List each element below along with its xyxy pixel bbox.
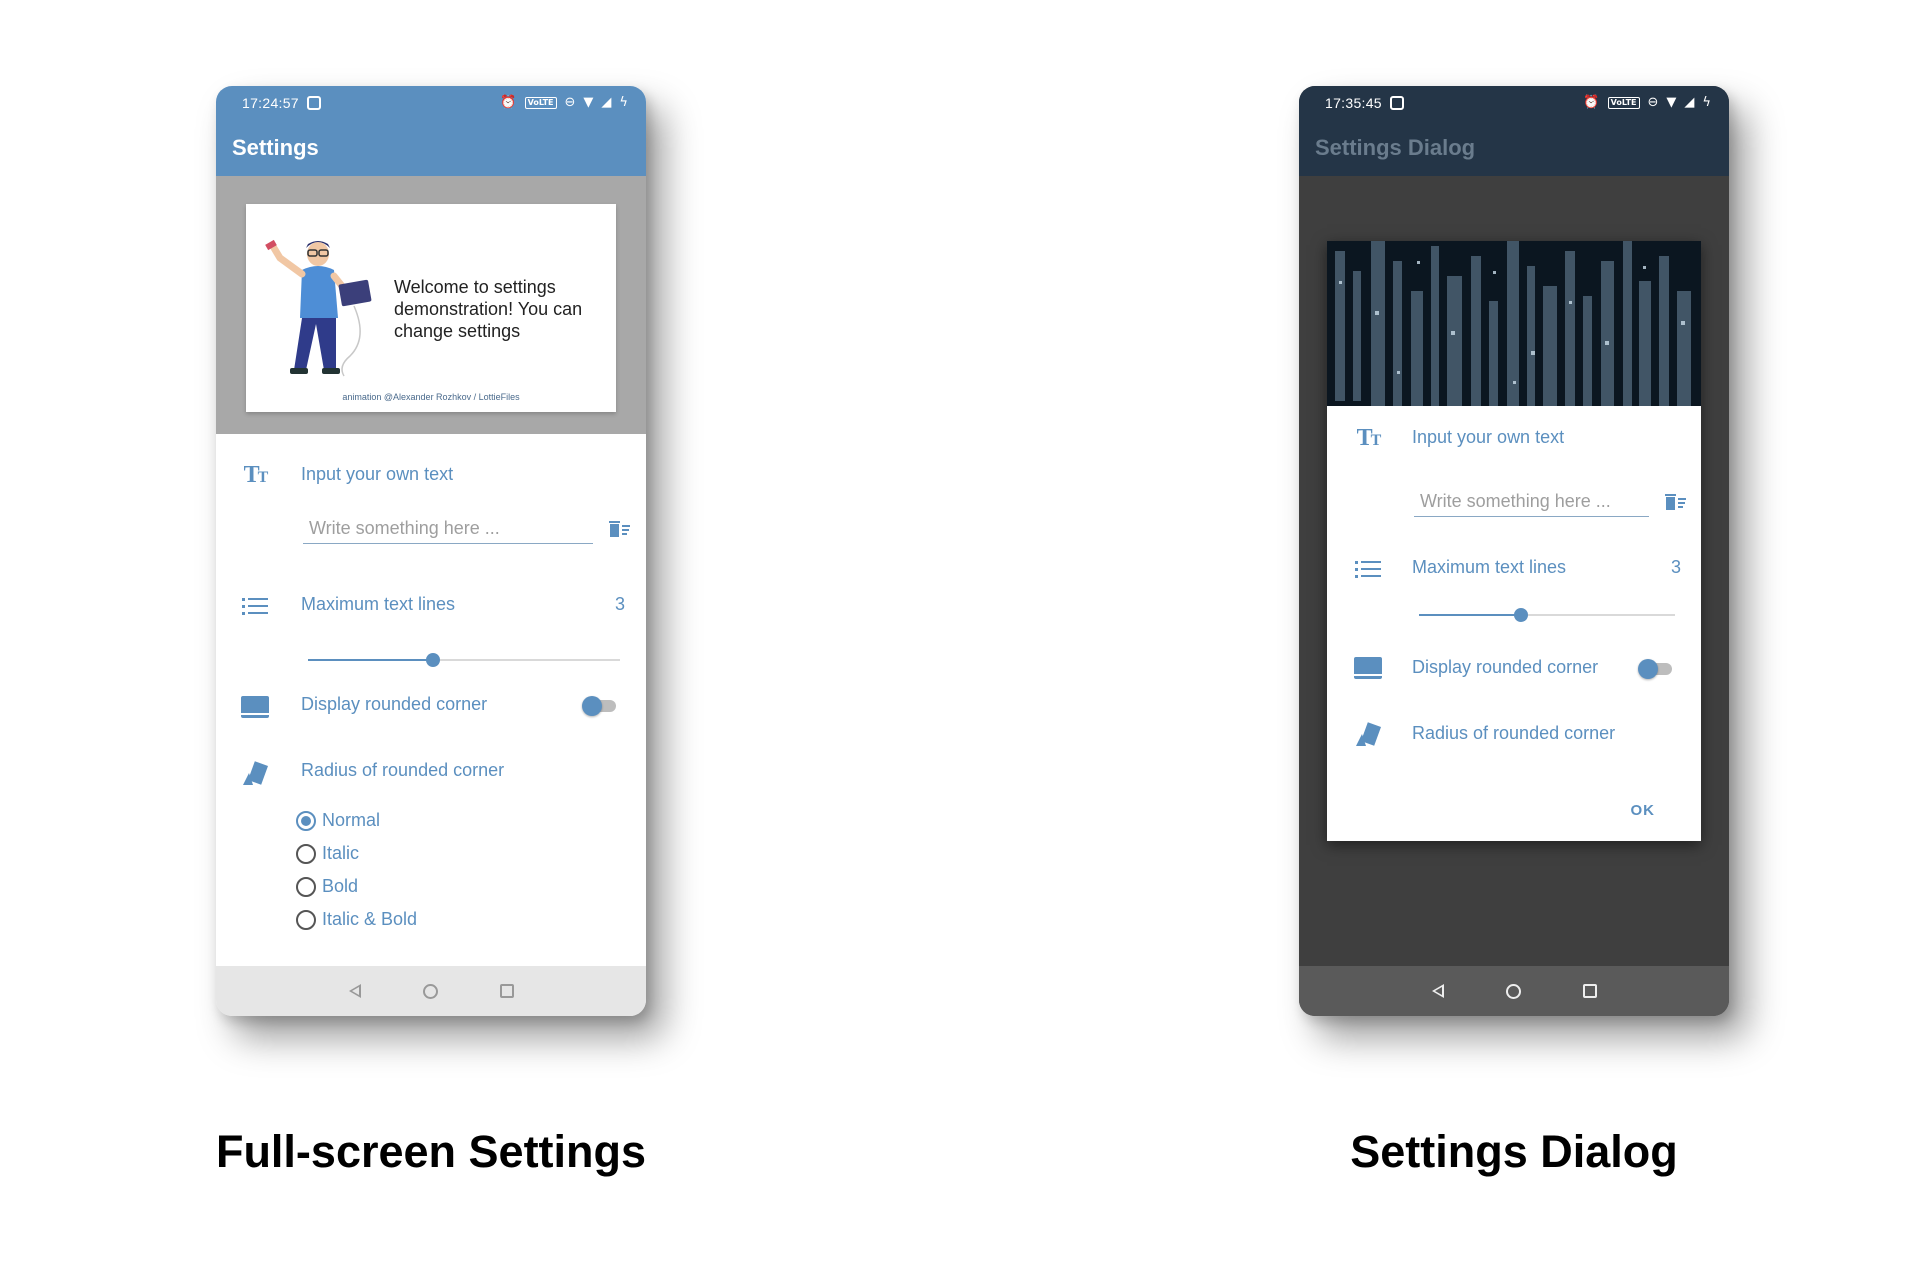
radio-option-italic-bold[interactable]: Italic & Bold — [296, 909, 417, 930]
status-time: 17:24:57 — [242, 95, 299, 111]
max-lines-value: 3 — [1671, 557, 1682, 577]
toggle-thumb — [1638, 659, 1658, 679]
max-lines-value: 3 — [615, 594, 626, 614]
recents-icon[interactable] — [1582, 984, 1597, 998]
signal-icon: ◢ — [601, 95, 612, 110]
slider-fill — [308, 659, 433, 661]
rounded-corner-setting[interactable]: Display rounded corner — [301, 694, 487, 715]
fullscreen-settings-phone: 17:24:57 ⏰ VoLTE ⊖ ▼ ◢ ϟ Settings Welcom… — [216, 86, 646, 1016]
text-size-icon: TT — [1356, 424, 1382, 451]
navigation-bar — [1299, 966, 1729, 1016]
app-bar-title: Settings — [216, 120, 646, 176]
radio-option-normal[interactable]: Normal — [296, 810, 380, 831]
max-lines-label: Maximum text lines — [1412, 557, 1567, 577]
charging-icon: ϟ — [619, 95, 628, 110]
volte-icon: VoLTE — [524, 97, 557, 109]
radio-option-italic[interactable]: Italic — [296, 843, 359, 864]
max-lines-slider[interactable] — [1419, 608, 1675, 622]
clear-text-icon[interactable] — [608, 518, 632, 540]
rounded-corner-toggle[interactable] — [582, 696, 616, 716]
signal-icon: ◢ — [1684, 95, 1695, 110]
screenshot-icon — [1389, 96, 1404, 110]
toggle-thumb — [582, 696, 602, 716]
input-text-label: Input your own text — [301, 464, 454, 484]
dnd-icon: ⊖ — [1647, 95, 1659, 110]
status-icons: ⏰ VoLTE ⊖ ▼ ◢ ϟ — [1583, 96, 1711, 110]
caption-settings-dialog: Settings Dialog — [1350, 1126, 1678, 1177]
developer-illustration — [265, 239, 372, 377]
animation-credit: animation @Alexander Rozhkov / LottieFil… — [342, 392, 520, 402]
back-icon[interactable] — [348, 984, 361, 998]
welcome-text: Welcome to settings demonstration! You c… — [394, 277, 583, 341]
settings-dialog: TT Input your own text Write something h… — [1327, 241, 1701, 841]
shapes-icon — [240, 760, 270, 788]
max-lines-slider[interactable] — [308, 653, 620, 667]
caption-fullscreen-settings: Full-screen Settings — [215, 1126, 647, 1177]
dnd-icon: ⊖ — [564, 95, 576, 110]
rounded-corner-label: Display rounded corner — [301, 694, 488, 714]
tablet-icon — [240, 694, 270, 720]
welcome-card: Welcome to settings demonstration! You c… — [246, 204, 616, 412]
rounded-corner-label: Display rounded corner — [1412, 657, 1599, 677]
radio-button[interactable] — [296, 909, 316, 930]
screenshot-icon — [306, 96, 321, 110]
wifi-icon: ▼ — [583, 95, 594, 110]
rounded-corner-setting[interactable]: Display rounded corner — [1412, 657, 1598, 678]
radio-label: Italic — [322, 843, 360, 863]
rounded-corner-toggle[interactable] — [1638, 659, 1672, 679]
slider-thumb[interactable] — [1514, 608, 1529, 622]
input-text-setting[interactable]: Input your own text — [1412, 427, 1564, 448]
text-input-field[interactable]: Write something here ... — [303, 518, 593, 544]
radio-option-bold[interactable]: Bold — [296, 876, 358, 897]
navigation-bar — [216, 966, 646, 1016]
volte-icon: VoLTE — [1607, 97, 1640, 109]
max-lines-label: Maximum text lines — [301, 594, 456, 614]
clear-text-icon[interactable] — [1664, 491, 1688, 513]
slider-fill — [1419, 614, 1522, 616]
list-icon — [1353, 557, 1383, 581]
radius-setting[interactable]: Radius of rounded corner — [1412, 723, 1615, 744]
radius-label: Radius of rounded corner — [1412, 723, 1616, 743]
max-lines-setting[interactable]: Maximum text lines — [1412, 557, 1566, 578]
status-bar: 17:35:45 ⏰ VoLTE ⊖ ▼ ◢ ϟ — [1299, 86, 1729, 120]
status-bar: 17:24:57 ⏰ VoLTE ⊖ ▼ ◢ ϟ — [216, 86, 646, 120]
wifi-icon: ▼ — [1666, 95, 1677, 110]
radius-setting[interactable]: Radius of rounded corner — [301, 760, 504, 781]
recents-icon[interactable] — [499, 984, 514, 998]
list-icon — [240, 594, 270, 618]
tablet-icon — [1353, 655, 1383, 681]
shapes-icon — [1353, 721, 1383, 749]
status-icons: ⏰ VoLTE ⊖ ▼ ◢ ϟ — [500, 96, 628, 110]
text-size-icon: TT — [243, 461, 269, 488]
app-bar-title: Settings Dialog — [1299, 120, 1729, 176]
text-input-field[interactable]: Write something here ... — [1414, 491, 1649, 517]
dialog-header-image — [1327, 241, 1701, 406]
radio-label: Normal — [322, 810, 381, 830]
ok-button[interactable]: OK — [1631, 802, 1656, 819]
home-icon[interactable] — [1505, 983, 1521, 999]
input-text-label: Input your own text — [1412, 427, 1565, 447]
home-icon[interactable] — [422, 983, 438, 999]
radio-button[interactable] — [296, 810, 316, 831]
radio-button[interactable] — [296, 876, 316, 897]
radio-label: Bold — [322, 876, 359, 896]
max-lines-setting[interactable]: Maximum text lines — [301, 594, 455, 615]
input-text-setting[interactable]: Input your own text — [301, 464, 453, 485]
status-time: 17:35:45 — [1325, 95, 1382, 111]
alarm-icon: ⏰ — [500, 95, 517, 110]
alarm-icon: ⏰ — [1583, 95, 1600, 110]
charging-icon: ϟ — [1702, 95, 1711, 110]
back-icon[interactable] — [1431, 984, 1444, 998]
radio-label: Italic & Bold — [322, 909, 418, 929]
settings-dialog-phone: 17:35:45 ⏰ VoLTE ⊖ ▼ ◢ ϟ Settings Dialog — [1299, 86, 1729, 1016]
city-lights-image — [1327, 241, 1701, 406]
radio-button[interactable] — [296, 843, 316, 864]
slider-thumb[interactable] — [425, 653, 440, 667]
radius-label: Radius of rounded corner — [301, 760, 505, 780]
